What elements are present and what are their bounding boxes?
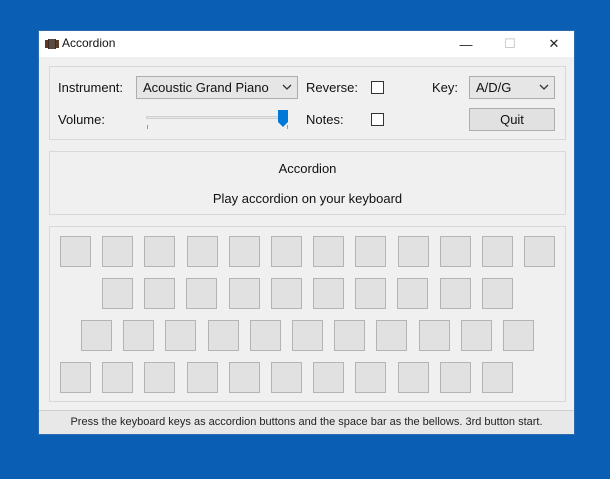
- accordion-key[interactable]: [334, 320, 366, 351]
- accordion-key[interactable]: [355, 362, 387, 393]
- chevron-down-icon: [539, 84, 549, 90]
- accordion-key[interactable]: [144, 362, 176, 393]
- notes-label: Notes:: [306, 112, 344, 127]
- accordion-key[interactable]: [81, 320, 112, 351]
- accordion-key[interactable]: [123, 320, 155, 351]
- key-label: Key:: [432, 80, 459, 95]
- volume-label: Volume:: [58, 112, 105, 127]
- key-select[interactable]: A/D/G: [469, 76, 555, 99]
- info-subtitle: Play accordion on your keyboard: [212, 191, 403, 206]
- volume-slider-thumb[interactable]: [278, 110, 288, 127]
- chevron-down-icon: [282, 84, 292, 90]
- volume-slider[interactable]: [146, 116, 288, 119]
- accordion-key[interactable]: [460, 320, 492, 351]
- info-panel: Accordion Play accordion on your keyboar…: [49, 151, 566, 215]
- accordion-key[interactable]: [313, 362, 345, 393]
- accordion-key[interactable]: [439, 278, 471, 309]
- reverse-label: Reverse:: [306, 80, 359, 95]
- status-bar: Press the keyboard keys as accordion but…: [39, 410, 574, 434]
- accordion-key[interactable]: [376, 320, 408, 351]
- key-value: A/D/G: [476, 80, 512, 95]
- accordion-key[interactable]: [165, 320, 197, 351]
- accordion-key[interactable]: [313, 278, 344, 309]
- accordion-key[interactable]: [397, 362, 429, 393]
- close-button[interactable]: ✕: [532, 31, 576, 57]
- accordion-key[interactable]: [439, 362, 471, 393]
- accordion-key[interactable]: [355, 278, 387, 309]
- keyboard-panel: [49, 226, 566, 402]
- maximize-button[interactable]: ☐: [488, 31, 532, 57]
- accordion-key[interactable]: [439, 236, 471, 267]
- accordion-key[interactable]: [228, 278, 260, 309]
- info-title: Accordion: [278, 161, 337, 176]
- app-window: Accordion — ☐ ✕ Instrument: Acoustic Gra…: [38, 30, 575, 435]
- accordion-key[interactable]: [397, 236, 429, 267]
- reverse-checkbox[interactable]: [371, 81, 384, 94]
- quit-button[interactable]: Quit: [469, 108, 555, 131]
- accordion-key[interactable]: [313, 236, 345, 267]
- window-title: Accordion: [62, 36, 116, 50]
- accordion-key[interactable]: [292, 320, 323, 351]
- accordion-key[interactable]: [102, 362, 134, 393]
- accordion-key[interactable]: [249, 320, 281, 351]
- accordion-key[interactable]: [228, 236, 260, 267]
- accordion-key[interactable]: [186, 278, 218, 309]
- accordion-key[interactable]: [60, 362, 91, 393]
- accordion-key[interactable]: [482, 236, 513, 267]
- accordion-key[interactable]: [207, 320, 239, 351]
- accordion-key[interactable]: [228, 362, 260, 393]
- accordion-key[interactable]: [355, 236, 387, 267]
- accordion-key[interactable]: [271, 362, 302, 393]
- minimize-button[interactable]: —: [444, 31, 488, 57]
- instrument-label: Instrument:: [58, 80, 124, 95]
- accordion-key[interactable]: [418, 320, 450, 351]
- notes-checkbox[interactable]: [371, 113, 384, 126]
- accordion-key[interactable]: [482, 362, 513, 393]
- accordion-key[interactable]: [144, 236, 176, 267]
- accordion-key[interactable]: [270, 278, 302, 309]
- title-bar[interactable]: Accordion — ☐ ✕: [39, 31, 574, 57]
- accordion-key[interactable]: [503, 320, 534, 351]
- slider-tick-min: [147, 125, 148, 129]
- accordion-key[interactable]: [144, 278, 176, 309]
- accordion-key[interactable]: [271, 236, 302, 267]
- instrument-select[interactable]: Acoustic Grand Piano: [136, 76, 298, 99]
- accordion-key[interactable]: [102, 236, 134, 267]
- accordion-key[interactable]: [60, 236, 91, 267]
- accordion-key[interactable]: [102, 278, 133, 309]
- instrument-value: Acoustic Grand Piano: [143, 80, 269, 95]
- accordion-key[interactable]: [397, 278, 429, 309]
- accordion-key[interactable]: [481, 278, 513, 309]
- accordion-icon: [45, 39, 59, 49]
- accordion-key[interactable]: [186, 362, 218, 393]
- accordion-key[interactable]: [524, 236, 556, 267]
- accordion-key[interactable]: [186, 236, 218, 267]
